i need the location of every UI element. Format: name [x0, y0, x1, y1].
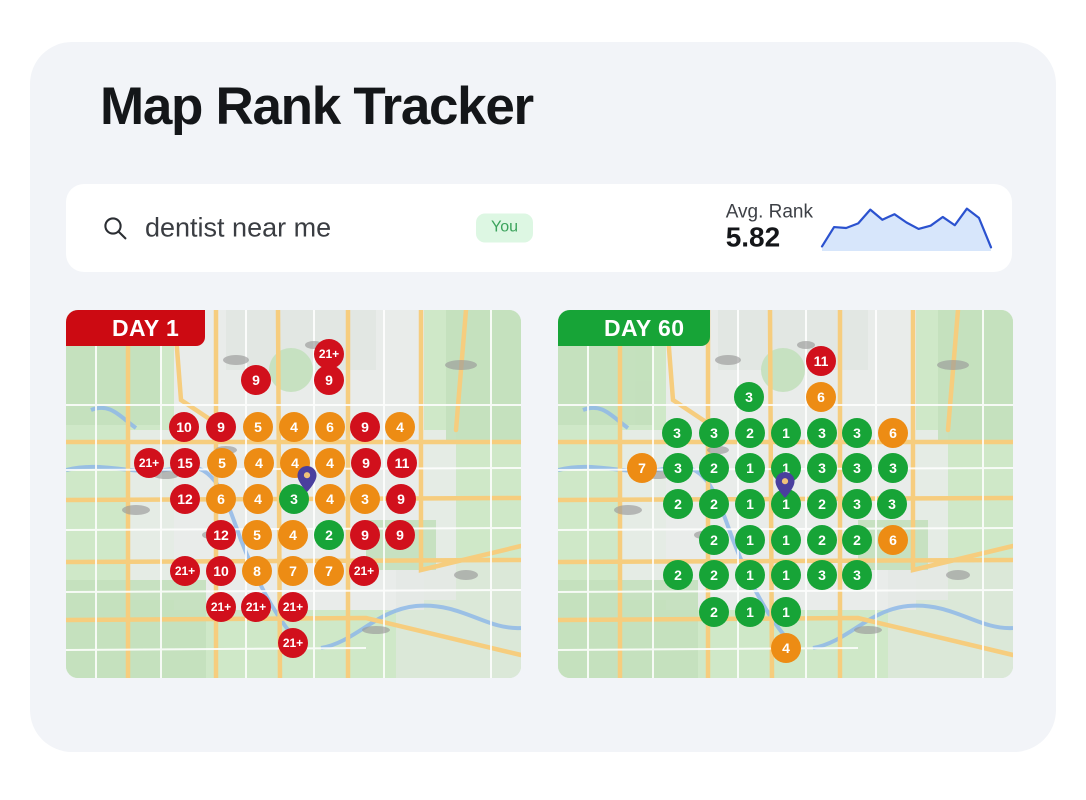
rank-pin[interactable]: 10: [206, 556, 236, 586]
rank-pin[interactable]: 21+: [206, 592, 236, 622]
rank-pin[interactable]: 6: [315, 412, 345, 442]
rank-pin[interactable]: 7: [314, 556, 344, 586]
rank-pin[interactable]: 5: [207, 448, 237, 478]
search-input[interactable]: dentist near me: [145, 213, 331, 244]
rank-pin[interactable]: 1: [735, 560, 765, 590]
rank-pin[interactable]: 1: [771, 560, 801, 590]
rank-pin[interactable]: 2: [842, 525, 872, 555]
rank-pin[interactable]: 2: [699, 489, 729, 519]
rank-pin[interactable]: 3: [842, 453, 872, 483]
rank-pin[interactable]: 21+: [134, 448, 164, 478]
rank-pin[interactable]: 21+: [349, 556, 379, 586]
rank-pin[interactable]: 3: [807, 418, 837, 448]
rank-pin[interactable]: 6: [806, 382, 836, 412]
rank-pin[interactable]: 4: [771, 633, 801, 663]
rank-pin[interactable]: 2: [314, 520, 344, 550]
rank-pin[interactable]: 11: [806, 346, 836, 376]
rank-pin[interactable]: 1: [771, 418, 801, 448]
rank-pin[interactable]: 21+: [278, 592, 308, 622]
pin-layer-day-60: 11 3 6 3 3 2 1 3 3 6 7 3 2 1 1 3 3 3 2 2 1 1 2 3 3 2 1 1 2 2 6 2 2 1 1 3 3 2 1…: [558, 310, 1013, 678]
rank-pin[interactable]: 1: [735, 525, 765, 555]
rank-pin[interactable]: 3: [842, 560, 872, 590]
rank-pin[interactable]: 4: [278, 520, 308, 550]
rank-pin[interactable]: 4: [280, 448, 310, 478]
rank-pin[interactable]: 4: [243, 484, 273, 514]
rank-pin[interactable]: 5: [242, 520, 272, 550]
map-panel-day-1[interactable]: DAY 1 21+ 9 9 10 9 5 4 6 9 4 21+ 15 5 4 4 4 9 11 12 6 4 3 4 3 9 1…: [66, 310, 521, 678]
rank-pin[interactable]: 6: [878, 525, 908, 555]
rank-pin[interactable]: 2: [699, 453, 729, 483]
rank-pin[interactable]: 1: [771, 453, 801, 483]
rank-pin[interactable]: 12: [206, 520, 236, 550]
rank-pin[interactable]: 3: [842, 489, 872, 519]
you-badge: You: [476, 213, 533, 243]
rank-pin[interactable]: 2: [663, 489, 693, 519]
rank-pin[interactable]: 7: [627, 453, 657, 483]
avg-rank-label: Avg. Rank: [725, 201, 813, 223]
rank-pin[interactable]: 2: [663, 560, 693, 590]
pin-layer-day-1: 21+ 9 9 10 9 5 4 6 9 4 21+ 15 5 4 4 4 9 11 12 6 4 3 4 3 9 12 5 4 2 9 9…: [66, 310, 521, 678]
rank-pin[interactable]: 12: [170, 484, 200, 514]
rank-pin[interactable]: 9: [385, 520, 415, 550]
rank-pin[interactable]: 1: [771, 489, 801, 519]
rank-pin[interactable]: 3: [350, 484, 380, 514]
rank-pin[interactable]: 3: [877, 489, 907, 519]
rank-pin[interactable]: 3: [807, 560, 837, 590]
rank-pin[interactable]: 9: [350, 520, 380, 550]
rank-pin[interactable]: 5: [243, 412, 273, 442]
rank-pin[interactable]: 21+: [170, 556, 200, 586]
rank-pin[interactable]: 9: [386, 484, 416, 514]
avg-rank-value: 5.82: [725, 221, 781, 253]
rank-pin[interactable]: 3: [734, 382, 764, 412]
page-title: Map Rank Tracker: [100, 77, 534, 136]
rank-pin[interactable]: 3: [807, 453, 837, 483]
rank-pin[interactable]: 3: [878, 453, 908, 483]
rank-pin[interactable]: 9: [206, 412, 236, 442]
search-bar[interactable]: dentist near me You Avg. Rank 5.82: [66, 184, 1012, 272]
rank-pin[interactable]: 1: [771, 525, 801, 555]
rank-pin[interactable]: 15: [170, 448, 200, 478]
rank-pin[interactable]: 21+: [241, 592, 271, 622]
avg-rank-sparkline: [820, 207, 993, 251]
rank-pin[interactable]: 2: [807, 525, 837, 555]
rank-pin[interactable]: 2: [699, 597, 729, 627]
rank-pin[interactable]: 2: [807, 489, 837, 519]
rank-pin[interactable]: 7: [278, 556, 308, 586]
rank-pin[interactable]: 9: [351, 448, 381, 478]
rank-pin[interactable]: 1: [735, 597, 765, 627]
rank-pin[interactable]: 3: [842, 418, 872, 448]
rank-pin[interactable]: 9: [314, 365, 344, 395]
rank-pin[interactable]: 9: [350, 412, 380, 442]
rank-pin[interactable]: 6: [878, 418, 908, 448]
rank-pin[interactable]: 6: [206, 484, 236, 514]
rank-pin[interactable]: 3: [662, 418, 692, 448]
rank-pin[interactable]: 4: [279, 412, 309, 442]
search-icon: [102, 215, 128, 241]
rank-pin[interactable]: 9: [241, 365, 271, 395]
rank-pin[interactable]: 1: [771, 597, 801, 627]
rank-pin[interactable]: 4: [244, 448, 274, 478]
rank-pin[interactable]: 4: [385, 412, 415, 442]
rank-pin[interactable]: 1: [735, 489, 765, 519]
rank-pin[interactable]: 21+: [278, 628, 308, 658]
rank-pin[interactable]: 3: [699, 418, 729, 448]
rank-pin[interactable]: 3: [279, 484, 309, 514]
avg-rank-block: Avg. Rank 5.82: [725, 201, 813, 254]
rank-pin[interactable]: 2: [699, 560, 729, 590]
map-panel-day-60[interactable]: DAY 60 11 3 6 3 3 2 1 3 3 6 7 3 2 1 1 3 3 3 2 2 1 1 2 3 3 2 1 1 2 2 6 2…: [558, 310, 1013, 678]
rank-pin[interactable]: 1: [735, 453, 765, 483]
app-root: Map Rank Tracker dentist near me You Avg…: [0, 0, 1086, 800]
rank-pin[interactable]: 10: [169, 412, 199, 442]
rank-pin[interactable]: 3: [663, 453, 693, 483]
rank-pin[interactable]: 2: [735, 418, 765, 448]
rank-pin[interactable]: 4: [315, 484, 345, 514]
rank-pin[interactable]: 2: [699, 525, 729, 555]
rank-pin[interactable]: 11: [387, 448, 417, 478]
rank-pin[interactable]: 8: [242, 556, 272, 586]
rank-pin[interactable]: 4: [315, 448, 345, 478]
